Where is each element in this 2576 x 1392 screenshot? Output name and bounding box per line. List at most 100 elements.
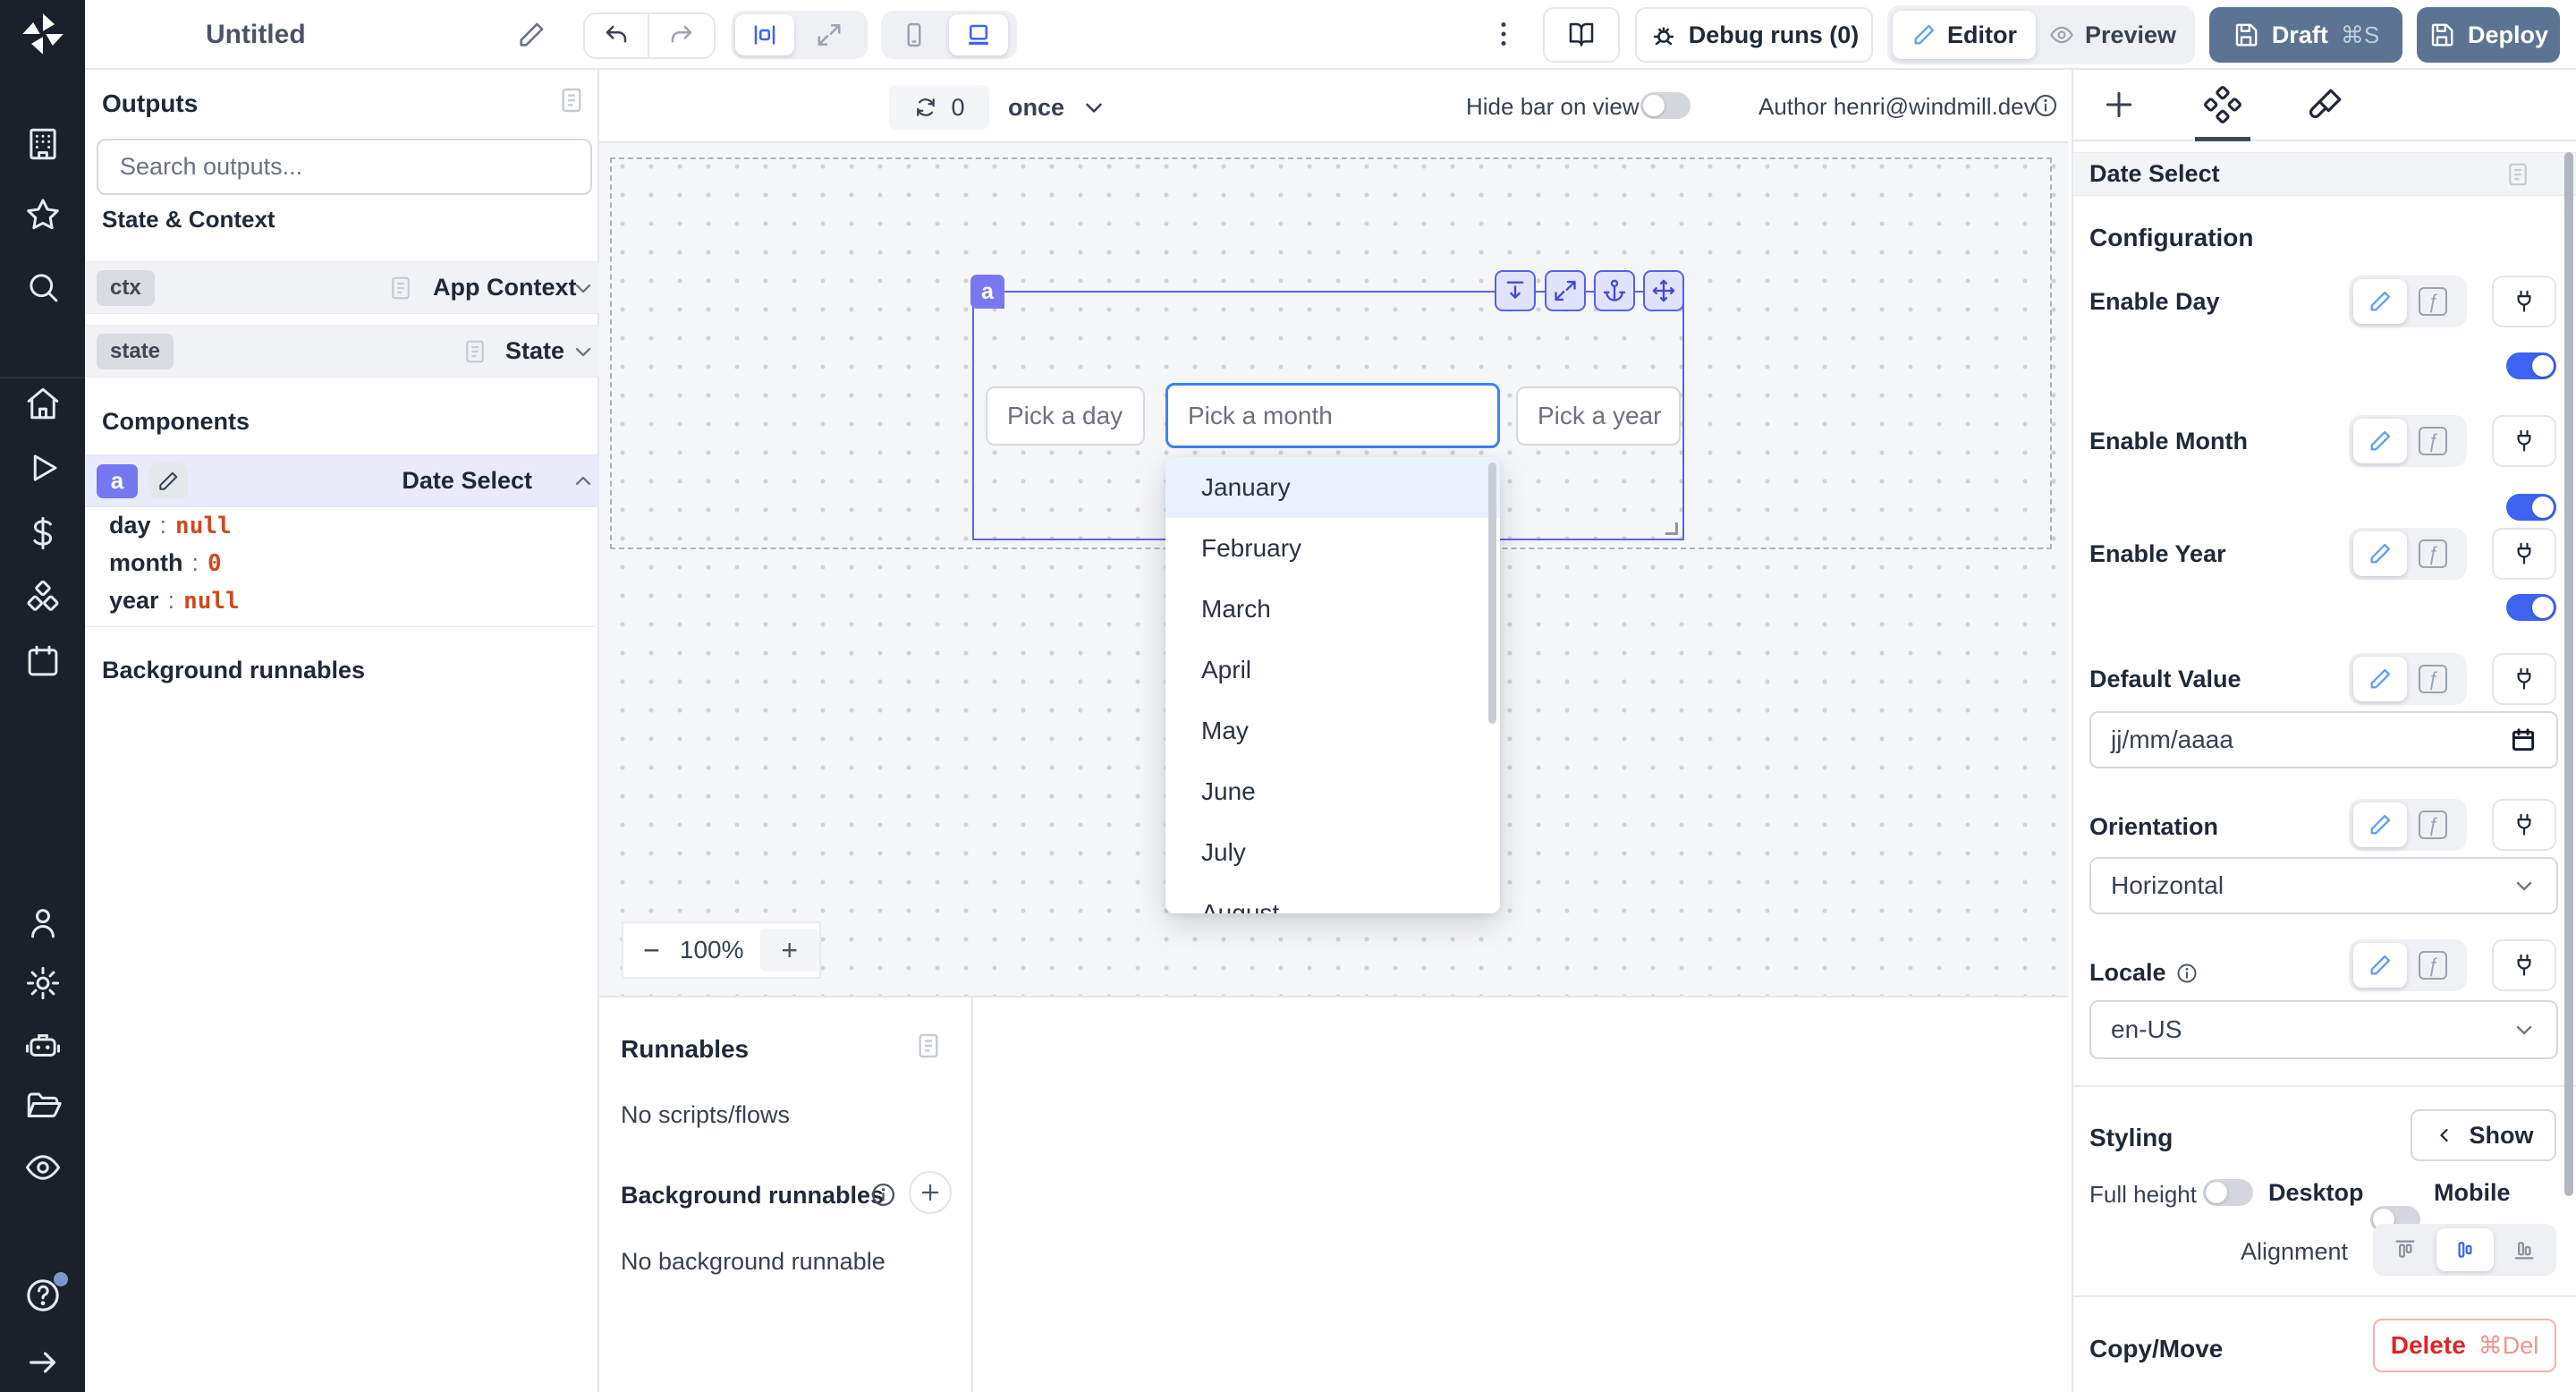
enable-month-toggle[interactable] xyxy=(2506,494,2556,521)
default-value-connect-button[interactable] xyxy=(2492,653,2556,705)
info-icon[interactable] xyxy=(2175,962,2199,985)
preview-tab[interactable]: Preview xyxy=(2036,21,2190,49)
styling-tab[interactable] xyxy=(2308,87,2343,123)
month-option[interactable]: January xyxy=(1165,457,1500,518)
dropdown-scrollbar[interactable] xyxy=(1488,463,1496,724)
move-handle[interactable] xyxy=(1643,270,1684,311)
month-select-input[interactable]: Pick a month xyxy=(1165,383,1500,448)
align-bottom-button[interactable] xyxy=(2496,1237,2552,1262)
fn-editor-button[interactable]: ƒ xyxy=(2407,951,2459,980)
styling-show-button[interactable]: Show xyxy=(2411,1109,2556,1161)
calendar-icon[interactable] xyxy=(2510,726,2537,753)
info-icon[interactable] xyxy=(2032,92,2059,119)
month-option[interactable]: July xyxy=(1165,822,1500,883)
kebab-menu-icon[interactable] xyxy=(1487,18,1520,50)
component-settings-tab[interactable] xyxy=(2204,86,2241,123)
day-select-input[interactable]: Pick a day xyxy=(986,386,1145,446)
static-editor-button[interactable] xyxy=(2353,657,2407,701)
deploy-button[interactable]: Deploy xyxy=(2417,7,2560,63)
refresh-count-button[interactable]: 0 xyxy=(889,85,989,130)
enable-day-connect-button[interactable] xyxy=(2492,276,2556,327)
undo-button[interactable] xyxy=(585,14,649,57)
ctx-row[interactable]: ctx App Context xyxy=(85,261,599,314)
settings-gear-icon[interactable] xyxy=(24,964,62,1002)
chevron-up-icon[interactable] xyxy=(571,469,596,494)
month-option[interactable]: February xyxy=(1165,518,1500,579)
component-row-date-select[interactable]: a Date Select xyxy=(85,454,599,507)
enable-year-connect-button[interactable] xyxy=(2492,528,2556,580)
info-icon[interactable] xyxy=(869,1181,897,1209)
month-option[interactable]: June xyxy=(1165,761,1500,822)
chevron-down-icon[interactable] xyxy=(571,276,596,301)
enable-day-toggle[interactable] xyxy=(2506,352,2556,379)
fullsize-handle[interactable] xyxy=(1545,270,1586,311)
hide-bar-toggle[interactable] xyxy=(1640,92,1690,119)
app-canvas[interactable]: a Pick a day Pick a month Pick a year Ja… xyxy=(599,141,2068,996)
expand-down-handle[interactable] xyxy=(1495,270,1536,311)
static-editor-button[interactable] xyxy=(2353,943,2407,988)
editor-tab[interactable]: Editor xyxy=(1893,11,2036,59)
doc-icon[interactable] xyxy=(557,86,586,115)
zoom-in-button[interactable]: + xyxy=(760,929,819,972)
doc-icon[interactable] xyxy=(462,338,488,365)
month-option[interactable]: May xyxy=(1165,700,1500,761)
redo-button[interactable] xyxy=(649,22,714,49)
chevron-down-icon[interactable] xyxy=(571,339,596,364)
variables-dollar-icon[interactable] xyxy=(24,514,62,552)
audit-eye-icon[interactable] xyxy=(24,1149,62,1186)
zoom-out-button[interactable]: − xyxy=(623,934,680,967)
windmill-logo[interactable] xyxy=(20,11,66,57)
centered-layout-button[interactable] xyxy=(735,14,794,55)
month-option[interactable]: April xyxy=(1165,640,1500,700)
doc-icon[interactable] xyxy=(914,1031,943,1060)
resources-cubes-icon[interactable] xyxy=(24,579,62,616)
enable-month-connect-button[interactable] xyxy=(2492,415,2556,467)
delete-button[interactable]: Delete ⌘Del xyxy=(2373,1319,2556,1372)
search-outputs-input[interactable] xyxy=(97,139,592,195)
fn-editor-button[interactable]: ƒ xyxy=(2407,665,2459,693)
anchor-handle[interactable] xyxy=(1594,270,1635,311)
panel-scrollbar[interactable] xyxy=(2564,152,2573,1196)
static-editor-button[interactable] xyxy=(2353,279,2407,324)
add-background-runnable-button[interactable] xyxy=(909,1171,952,1214)
align-center-button[interactable] xyxy=(2436,1228,2494,1271)
full-height-toggle[interactable] xyxy=(2203,1179,2253,1206)
fn-editor-button[interactable]: ƒ xyxy=(2407,811,2459,839)
workspace-building-icon[interactable] xyxy=(24,125,62,163)
static-editor-button[interactable] xyxy=(2353,419,2407,463)
fullscreen-layout-button[interactable] xyxy=(800,21,859,48)
enable-year-toggle[interactable] xyxy=(2506,594,2556,621)
component-rename-pencil-icon[interactable] xyxy=(148,463,188,499)
home-icon[interactable] xyxy=(24,385,62,422)
insert-component-tab[interactable] xyxy=(2102,88,2136,122)
default-value-date-input[interactable]: jj/mm/aaaa xyxy=(2089,711,2558,768)
locale-select[interactable]: en-US xyxy=(2089,1000,2558,1059)
user-icon[interactable] xyxy=(24,904,62,942)
mobile-view-button[interactable] xyxy=(885,21,944,48)
align-top-button[interactable] xyxy=(2377,1237,2433,1262)
static-editor-button[interactable] xyxy=(2353,531,2407,576)
docs-book-button[interactable] xyxy=(1543,7,1620,63)
desktop-view-button[interactable] xyxy=(949,14,1008,55)
year-select-input[interactable]: Pick a year xyxy=(1516,386,1681,446)
locale-connect-button[interactable] xyxy=(2492,939,2556,991)
collapse-arrow-icon[interactable] xyxy=(25,1345,61,1380)
component-id-badge[interactable]: a xyxy=(970,275,1004,309)
schedules-calendar-icon[interactable] xyxy=(24,642,62,680)
help-icon[interactable] xyxy=(23,1276,63,1315)
fn-editor-button[interactable]: ƒ xyxy=(2407,287,2459,316)
orientation-select[interactable]: Horizontal xyxy=(2089,857,2558,914)
rename-pencil-icon[interactable] xyxy=(516,20,547,50)
state-row[interactable]: state State xyxy=(85,325,599,378)
runs-play-icon[interactable] xyxy=(24,449,62,487)
search-icon[interactable] xyxy=(24,268,62,306)
frequency-dropdown[interactable]: once xyxy=(1008,85,1107,130)
doc-icon[interactable] xyxy=(2504,161,2531,188)
doc-icon[interactable] xyxy=(387,275,414,301)
favorites-star-icon[interactable] xyxy=(24,196,62,233)
orientation-connect-button[interactable] xyxy=(2492,799,2556,851)
month-option[interactable]: March xyxy=(1165,579,1500,640)
debug-runs-button[interactable]: Debug runs (0) xyxy=(1635,7,1873,63)
folders-icon[interactable] xyxy=(24,1088,62,1125)
resize-corner-handle[interactable] xyxy=(1665,522,1678,535)
